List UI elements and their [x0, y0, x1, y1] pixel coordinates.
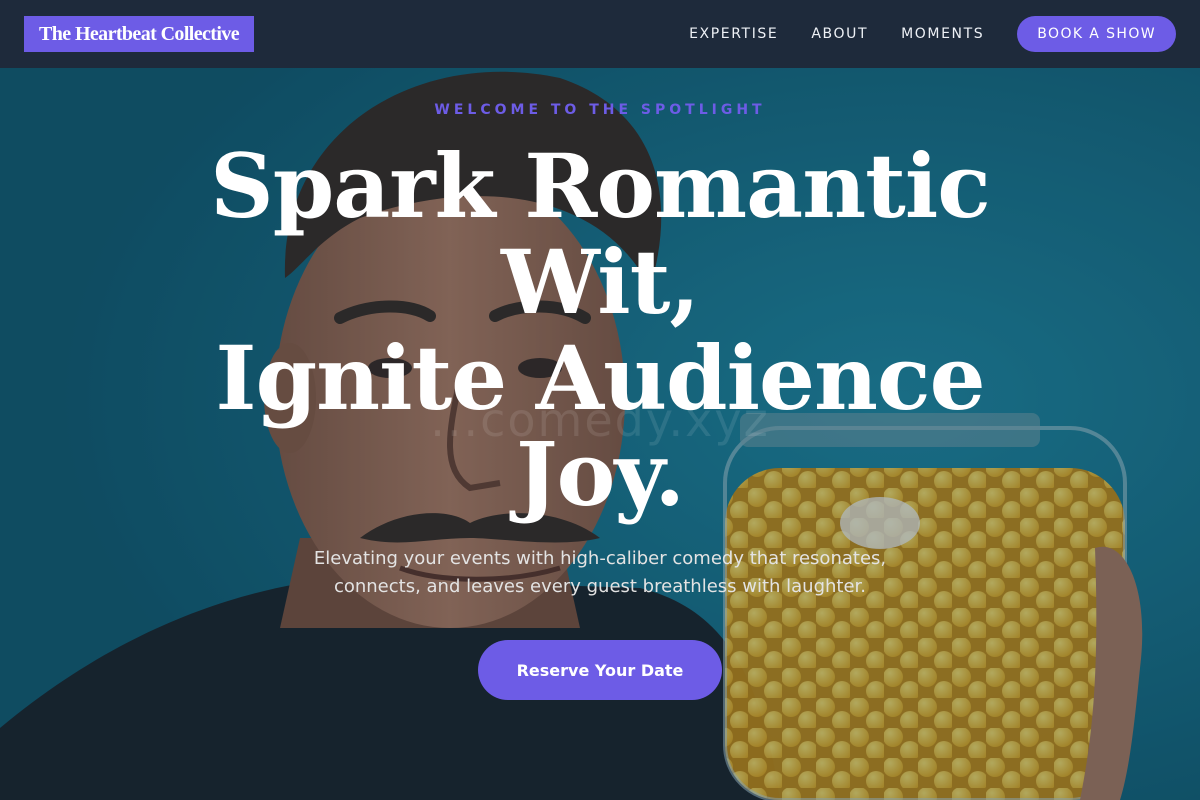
main-nav: EXPERTISE ABOUT MOMENTS BOOK A SHOW [689, 16, 1176, 52]
subtext-line: connects, and leaves every guest breathl… [333, 576, 867, 597]
subtext-line: Elevating your events with high-caliber … [313, 548, 887, 569]
hero-headline: Spark Romantic Wit, Ignite Audience Joy. [150, 138, 1050, 522]
hero-subtext: Elevating your events with high-caliber … [250, 545, 950, 601]
book-a-show-button[interactable]: BOOK A SHOW [1017, 16, 1176, 52]
nav-link-about[interactable]: ABOUT [811, 26, 868, 42]
headline-line: Ignite Audience [215, 326, 985, 430]
headline-line: Spark Romantic [210, 134, 991, 238]
reserve-date-button[interactable]: Reserve Your Date [478, 640, 722, 700]
brand-logo[interactable]: The Heartbeat Collective [24, 16, 254, 52]
nav-link-expertise[interactable]: EXPERTISE [689, 26, 778, 42]
site-header: The Heartbeat Collective EXPERTISE ABOUT… [0, 0, 1200, 68]
hero-eyebrow: WELCOME TO THE SPOTLIGHT [434, 102, 766, 118]
nav-link-moments[interactable]: MOMENTS [901, 26, 984, 42]
landing-page: The Heartbeat Collective EXPERTISE ABOUT… [0, 0, 1200, 800]
headline-line: Wit, [501, 230, 700, 334]
hero-section: ...comedy.xyz WELCOME TO THE SPOTLIGHT S… [0, 68, 1200, 800]
headline-line: Joy. [515, 422, 685, 526]
